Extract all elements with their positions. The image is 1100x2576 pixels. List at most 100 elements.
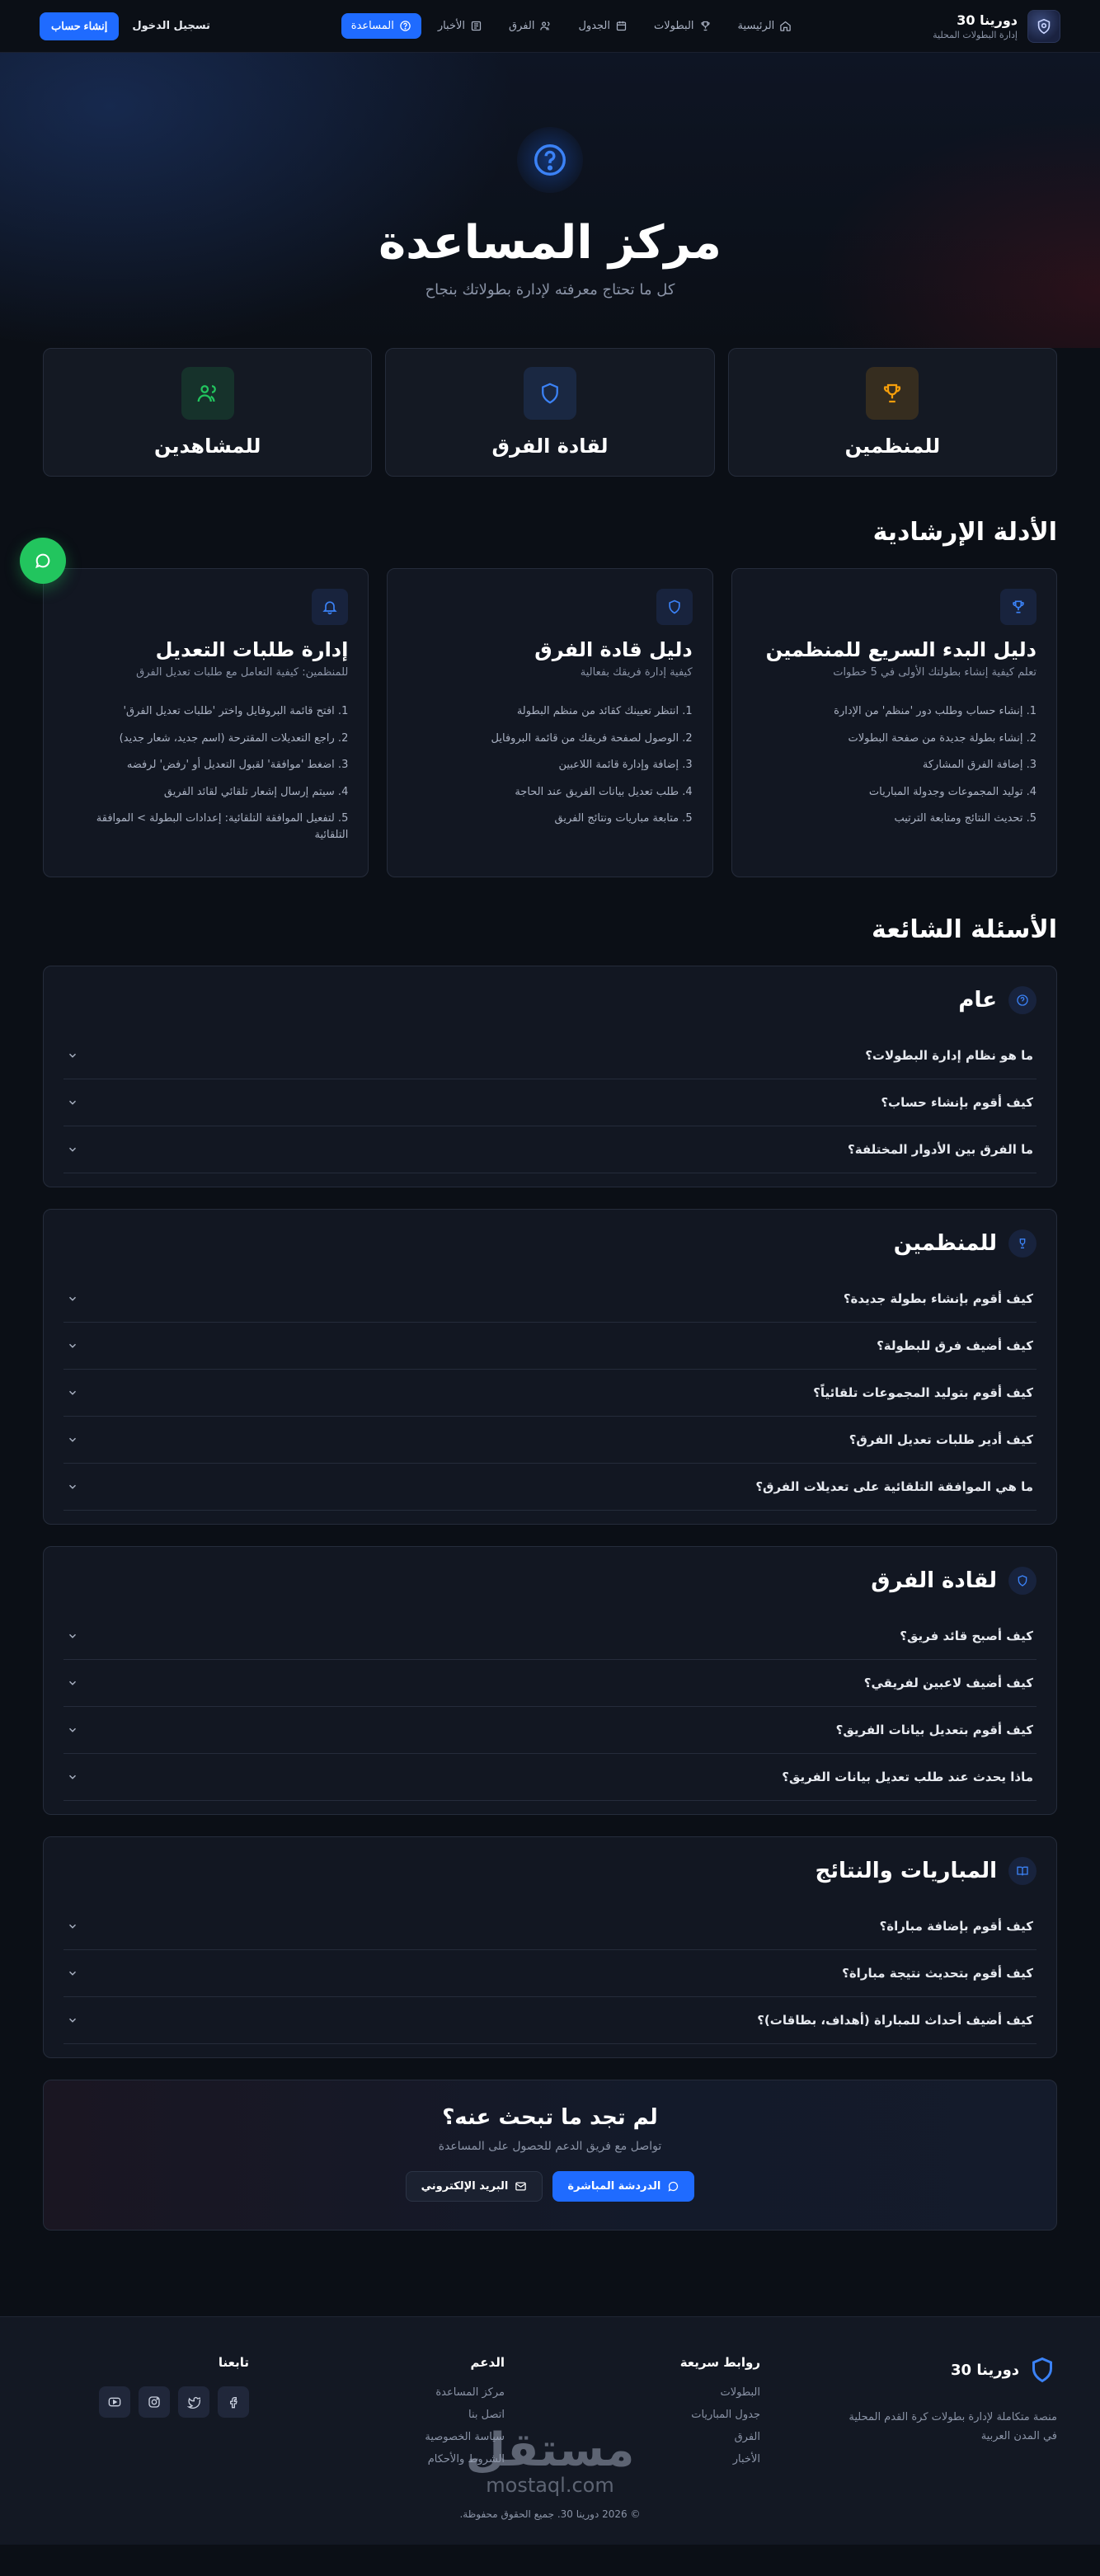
chevron-down-icon bbox=[68, 1484, 77, 1489]
chevron-down-icon bbox=[68, 1100, 77, 1105]
faq-item[interactable]: ما هي الموافقة التلقائية على تعديلات الف… bbox=[63, 1464, 1037, 1511]
faq-question: كيف أصبح قائد فريق؟ bbox=[900, 1629, 1033, 1643]
chevron-down-icon bbox=[68, 1437, 77, 1442]
guide-card[interactable]: إدارة طلبات التعديل للمنظمين: كيفية التع… bbox=[43, 568, 369, 877]
faq-item[interactable]: ماذا يحدث عند طلب تعديل بيانات الفريق؟ bbox=[63, 1754, 1037, 1801]
faq-item[interactable]: كيف أقوم بإنشاء حساب؟ bbox=[63, 1079, 1037, 1126]
guide-desc: للمنظمين: كيفية التعامل مع طلبات تعديل ا… bbox=[136, 666, 349, 679]
chevron-down-icon bbox=[68, 2018, 77, 2023]
footer-support: الدعم مركز المساعدة اتصل بنا سياسة الخصو… bbox=[323, 2355, 505, 2475]
shield-icon bbox=[1008, 1567, 1037, 1595]
guide-step: 2. الوصول لصفحة فريقك من قائمة البروفايل bbox=[491, 731, 693, 745]
facebook-icon[interactable] bbox=[218, 2386, 249, 2418]
faq-group-matches: المباريات والنتائج كيف أقوم بإضافة مبارا… bbox=[43, 1836, 1057, 2058]
faq-item[interactable]: كيف أقوم بتوليد المجموعات تلقائياً؟ bbox=[63, 1370, 1037, 1417]
hero-section: مركز المساعدة كل ما تحتاج معرفته لإدارة … bbox=[0, 53, 1100, 348]
faq-question: كيف أقوم بإنشاء بطولة جديدة؟ bbox=[843, 1291, 1033, 1306]
chevron-down-icon bbox=[68, 1296, 77, 1301]
floating-chat-button[interactable] bbox=[20, 538, 66, 584]
guide-step: 5. لتفعيل الموافقة التلقائية: إعدادات ال… bbox=[96, 812, 349, 841]
email-button[interactable]: البريد الإلكتروني bbox=[405, 2171, 543, 2202]
site-footer: دورينا 30 منصة متكاملة لإدارة بطولات كرة… bbox=[0, 2316, 1100, 2545]
faq-item[interactable]: كيف أقوم بتعديل بيانات الفريق؟ bbox=[63, 1707, 1037, 1754]
faq-item[interactable]: ما الفرق بين الأدوار المختلفة؟ bbox=[63, 1126, 1037, 1173]
faq-question: كيف أضيف لاعبين لفريقي؟ bbox=[863, 1676, 1033, 1690]
nav-schedule[interactable]: الجدول bbox=[568, 13, 637, 39]
trophy-icon bbox=[1008, 1229, 1037, 1257]
guide-card[interactable]: دليل البدء السريع للمنظمين تعلم كيفية إن… bbox=[731, 568, 1057, 877]
audience-card-viewers[interactable]: للمشاهدين bbox=[43, 348, 373, 477]
guide-step: 4. توليد المجموعات وجدولة المباريات bbox=[868, 785, 1037, 798]
faq-item[interactable]: كيف أضيف أحداث للمباراة (أهداف، بطاقات)؟ bbox=[63, 1997, 1037, 2044]
chevron-down-icon bbox=[68, 1775, 77, 1779]
nav-teams[interactable]: الفرق bbox=[499, 13, 562, 39]
nav-news[interactable]: الأخبار bbox=[428, 13, 492, 39]
main-nav: الرئيسية البطولات الجدول الفرق الأخبار ا… bbox=[341, 13, 802, 39]
faq-question: كيف أضيف فرق للبطولة؟ bbox=[877, 1338, 1033, 1353]
faq-item[interactable]: كيف أضيف فرق للبطولة؟ bbox=[63, 1323, 1037, 1370]
chevron-down-icon bbox=[68, 1924, 77, 1929]
faq-group-general: عام ما هو نظام إدارة البطولات؟ كيف أقوم … bbox=[43, 966, 1057, 1187]
brand[interactable]: دورينا 30 إدارة البطولات المحلية bbox=[933, 9, 1060, 43]
login-button[interactable]: تسجيل الدخول bbox=[132, 20, 210, 32]
footer-brand-desc: منصة متكاملة لإدارة بطولات كرة القدم الم… bbox=[849, 2411, 1057, 2443]
help-circle-icon bbox=[517, 127, 583, 193]
page-title: مركز المساعدة bbox=[378, 216, 722, 270]
guide-step: 4. سيتم إرسال إشعار تلقائي لقائد الفريق bbox=[163, 785, 349, 798]
audience-label: للمشاهدين bbox=[153, 435, 261, 458]
nav-home[interactable]: الرئيسية bbox=[728, 13, 802, 39]
footer-brand: دورينا 30 منصة متكاملة لإدارة بطولات كرة… bbox=[834, 2355, 1057, 2475]
chevron-down-icon bbox=[68, 1147, 77, 1152]
faq-item[interactable]: ما هو نظام إدارة البطولات؟ bbox=[63, 1032, 1037, 1079]
faq-group-team-leaders: لقادة الفرق كيف أصبح قائد فريق؟ كيف أضيف… bbox=[43, 1546, 1057, 1815]
nav-help-label: المساعدة bbox=[350, 20, 394, 32]
watermark-latin: mostaql.com bbox=[486, 2474, 614, 2497]
footer-link[interactable]: الأخبار bbox=[579, 2453, 760, 2466]
nav-tournaments[interactable]: البطولات bbox=[644, 13, 722, 39]
guide-title: إدارة طلبات التعديل bbox=[155, 638, 349, 661]
audience-card-organizers[interactable]: للمنظمين bbox=[727, 348, 1057, 477]
faq-item[interactable]: كيف أقوم بإنشاء بطولة جديدة؟ bbox=[63, 1276, 1037, 1323]
faq-item[interactable]: كيف أقوم بتحديث نتيجة مباراة؟ bbox=[63, 1950, 1037, 1997]
signup-button[interactable]: إنشاء حساب bbox=[40, 12, 120, 40]
faq-group-title: المباريات والنتائج bbox=[815, 1859, 997, 1883]
footer-social: تابعنا bbox=[43, 2355, 249, 2475]
live-chat-label: الدردشة المباشرة bbox=[567, 2180, 661, 2193]
faq-question: ماذا يحدث عند طلب تعديل بيانات الفريق؟ bbox=[782, 1770, 1033, 1784]
guide-step: 3. إضافة وإدارة قائمة اللاعبين bbox=[558, 759, 693, 771]
support-cta: لم تجد ما تبحث عنه؟ تواصل مع فريق الدعم … bbox=[43, 2080, 1057, 2230]
chat-icon bbox=[668, 2181, 679, 2192]
faq-item[interactable]: كيف أقوم بإضافة مباراة؟ bbox=[63, 1903, 1037, 1950]
email-label: البريد الإلكتروني bbox=[421, 2180, 509, 2193]
faq-question: ما هي الموافقة التلقائية على تعديلات الف… bbox=[755, 1479, 1033, 1494]
chevron-down-icon bbox=[68, 1634, 77, 1638]
faq-item[interactable]: كيف أصبح قائد فريق؟ bbox=[63, 1613, 1037, 1660]
cta-title: لم تجد ما تبحث عنه؟ bbox=[442, 2105, 658, 2130]
guides-title: الأدلة الإرشادية bbox=[872, 518, 1057, 547]
trophy-icon bbox=[866, 367, 919, 420]
guide-card[interactable]: دليل قادة الفرق كيفية إدارة فريقك بفعالي… bbox=[387, 568, 713, 877]
live-chat-button[interactable]: الدردشة المباشرة bbox=[552, 2171, 695, 2202]
faq-item[interactable]: كيف أدير طلبات تعديل الفرق؟ bbox=[63, 1417, 1037, 1464]
footer-link[interactable]: الشروط والأحكام bbox=[323, 2453, 505, 2466]
youtube-icon[interactable] bbox=[99, 2386, 130, 2418]
chevron-down-icon bbox=[68, 1390, 77, 1395]
instagram-icon[interactable] bbox=[139, 2386, 170, 2418]
faq-item[interactable]: كيف أضيف لاعبين لفريقي؟ bbox=[63, 1660, 1037, 1707]
nav-help[interactable]: المساعدة bbox=[341, 13, 421, 39]
guide-title: دليل قادة الفرق bbox=[534, 638, 693, 661]
footer-link[interactable]: اتصل بنا bbox=[323, 2409, 505, 2421]
twitter-icon[interactable] bbox=[178, 2386, 209, 2418]
audience-card-team-leaders[interactable]: لقادة الفرق bbox=[385, 348, 715, 477]
guide-step: 3. إضافة الفرق المشاركة bbox=[922, 759, 1037, 771]
footer-link[interactable]: جدول المباريات bbox=[579, 2409, 760, 2421]
faq-group-organizers: للمنظمين كيف أقوم بإنشاء بطولة جديدة؟ كي… bbox=[43, 1209, 1057, 1525]
footer-link[interactable]: سياسة الخصوصية bbox=[323, 2431, 505, 2443]
guide-step: 1. انتظر تعيينك كقائد من منظم البطولة bbox=[516, 705, 693, 717]
footer-link[interactable]: الفرق bbox=[579, 2431, 760, 2443]
home-icon bbox=[780, 21, 792, 31]
audience-label: لقادة الفرق bbox=[491, 435, 609, 458]
footer-link[interactable]: مركز المساعدة bbox=[323, 2386, 505, 2399]
footer-link[interactable]: البطولات bbox=[579, 2386, 760, 2399]
faq-title: الأسئلة الشائعة bbox=[872, 915, 1057, 944]
